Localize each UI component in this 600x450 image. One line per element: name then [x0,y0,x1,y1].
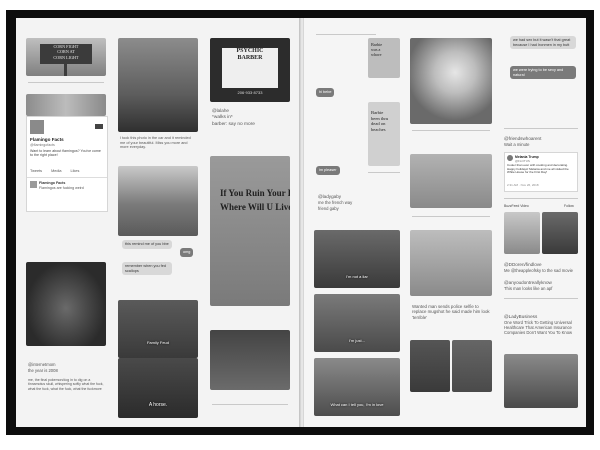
tree-reply-bubble: omg [180,248,194,257]
profile-handle: @flamingofacts [30,143,55,147]
trump-date: 2:31 AM · Nov 26, 2018 [507,183,539,187]
tv-clip-2: I'm just... [314,294,400,352]
lady-text: One Word Trick To Getting Universal Heal… [504,320,573,336]
avatar [30,120,44,134]
clip-sub-1: I'm not a liar [346,274,368,279]
divider [412,216,490,217]
right-page: hi bebe im pleaser @ladygaby me the fren… [304,18,586,427]
profile-bio: Want to learn about flamingos? You've co… [30,149,101,158]
tv-clip-1: I'm not a liar [314,230,400,288]
psychic-sign-text: PSYCHIC BARBER [222,48,278,88]
corn-sign-photo: CORN FIGHT CORN AT CORN LIGHT [26,38,106,76]
selfie-photo [452,340,492,392]
profile-name: Flamingo Facts [30,137,64,142]
divider [28,82,104,83]
tweet-handle: @friendswhoarent [504,136,542,141]
frog-photo [26,262,106,346]
dolls-sign-text: Barbie been thru dead on beaches [371,110,389,132]
walks-in-line1: *walks in* [212,115,233,120]
family-feud-caption: Family Feud [146,340,169,345]
gaby-handle: @ladygaby [318,194,342,199]
dolls-sign-photo: Barbie been thru dead on beaches [368,102,400,166]
row-name: Flamingo Facts [39,181,66,185]
avatar [507,155,513,161]
a-horse-caption: A horse. [148,402,168,408]
classroom-sign-text: If You Ruin Your Day Where Will U Live? [220,188,290,212]
bread-follow[interactable]: Follow [564,204,574,208]
follow-button[interactable] [95,124,103,129]
family-feud-photo: Family Feud [118,300,198,358]
frog-year: the year is 2008 [28,368,58,373]
royals-photo [504,354,578,408]
tree-caption-bubble: this remind me of you bbe [122,240,172,249]
left-page: CORN FIGHT CORN AT CORN LIGHT Flamingo F… [16,18,299,427]
frog-text: me, the final pokemon/dog in to dig on a… [28,378,104,391]
remember-bubble: remember when you fed scallops [122,262,172,276]
kid-caption-2: This man looks like an apf [504,286,553,291]
pleaser-bubble: im pleaser [316,166,340,175]
barbie-sign-photo: Barbie was a whore [368,38,400,78]
corn-sign-text: CORN FIGHT CORN AT CORN LIGHT [40,44,92,64]
divider [316,34,376,35]
divider [504,298,578,299]
a-horse-photo: A horse. [118,358,198,418]
frog-handle: @internetmom [28,362,56,367]
row-avatar [30,181,37,188]
barbie-sign-text: Barbie was a whore [371,42,383,57]
trump-text: Cooler than ever with cooking and decora… [507,163,569,175]
divider [504,128,578,129]
psychic-phone: 206·933·8733 [237,90,263,95]
kid-photo-2 [542,212,578,254]
walks-in-handle: @lalahe [212,108,229,113]
gaby-line2: friend gaby [318,206,339,211]
tab-likes[interactable]: Likes [71,169,80,173]
alligator-photo [410,154,492,208]
row-text: Flamingos are fucking weird [39,186,84,190]
profile-tabs: Tweets Media Likes [30,169,87,173]
hi-bebe-bubble: hi bebe [316,88,335,97]
twitter-profile-card: Flamingo Facts @flamingofacts Want to le… [26,116,108,212]
frog-toy-photo [410,38,492,124]
classroom-sign-photo: If You Ruin Your Day Where Will U Live? [210,156,290,306]
cloud-photo [118,38,198,132]
tree-photo [118,166,198,236]
divider [412,130,490,131]
clip-sub-2: I'm just... [349,338,365,343]
kid-handle: @DDoren/findlove [504,262,542,267]
tab-media[interactable]: Media [51,169,61,173]
divider [368,172,400,173]
kid-caption: Me @theappleofsky to the sad movie [504,268,573,273]
psychic-barber-photo: PSYCHIC BARBER 206·933·8733 [210,38,290,102]
clip-sub-3: What can I tell you, I'm in love [330,402,384,407]
tweet-text: Wait a minute [504,142,530,147]
kid-photo-1 [504,212,540,254]
tv-clip-3: What can I tell you, I'm in love [314,358,400,416]
chat-bubble-2: we were trying to be sexy and natural [510,66,576,80]
flamingo-photo [26,94,106,116]
divider [212,404,288,405]
car-photo-message: I took this photo in the car and it remi… [120,136,191,150]
wanted-man-text: Wanted man sends police selfie to replac… [412,304,490,320]
gaby-line1: me the french way [318,200,353,205]
bread-name: BuzzFeed Video [504,204,529,208]
lady-handle: @LadyBusiness [504,314,538,319]
trump-tweet-card: Melania Trump @FLOTUS Cooler than ever w… [504,152,578,192]
magazine-spread: CORN FIGHT CORN AT CORN LIGHT Flamingo F… [6,10,594,435]
tab-tweets[interactable]: Tweets [30,169,42,173]
raccoon-photo [410,230,492,296]
dancers-photo [210,330,290,390]
walks-in-line2: barber: say no more [212,122,255,127]
chat-bubble-1: we had sex but it wasn't that great beca… [510,36,576,50]
mugshot-photo [410,340,450,392]
divider [504,198,578,199]
kid-handle-2: @anyoudontreallyknow [504,280,552,285]
